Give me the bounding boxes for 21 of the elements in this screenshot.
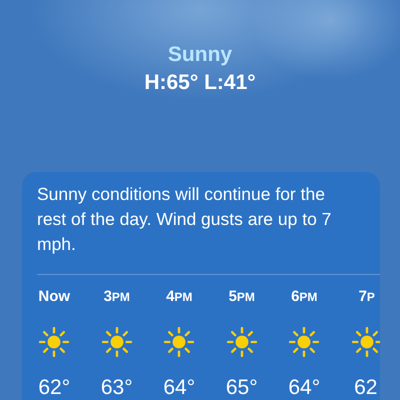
hour-label: Now (38, 288, 70, 306)
forecast-summary: Sunny conditions will continue for the rest of the day. Wind gusts are up to 7 mph. (36, 183, 332, 256)
condition-label: Sunny (166, 42, 234, 68)
temperature-label: 65° (226, 376, 258, 400)
temperature-label: 64° (288, 376, 320, 400)
sun-icon (102, 327, 132, 357)
sun-icon (226, 327, 257, 357)
temperature-label: 62 (354, 376, 378, 400)
sun-icon (39, 327, 70, 357)
sun-icon (352, 327, 380, 357)
temperature-label: 63° (100, 376, 133, 400)
sun-icon (164, 327, 194, 357)
temperature-label: 64° (163, 376, 196, 400)
hour-label: 6PM (291, 288, 318, 306)
hour-label: 7P (358, 288, 375, 306)
temperature-label: 62° (38, 376, 70, 400)
hour-label: 5PM (228, 288, 255, 306)
hour-label: 3PM (104, 288, 130, 306)
high-low-label: H:65° L:41° (143, 70, 257, 96)
sun-icon (289, 327, 320, 357)
hour-label: 4PM (166, 288, 192, 306)
